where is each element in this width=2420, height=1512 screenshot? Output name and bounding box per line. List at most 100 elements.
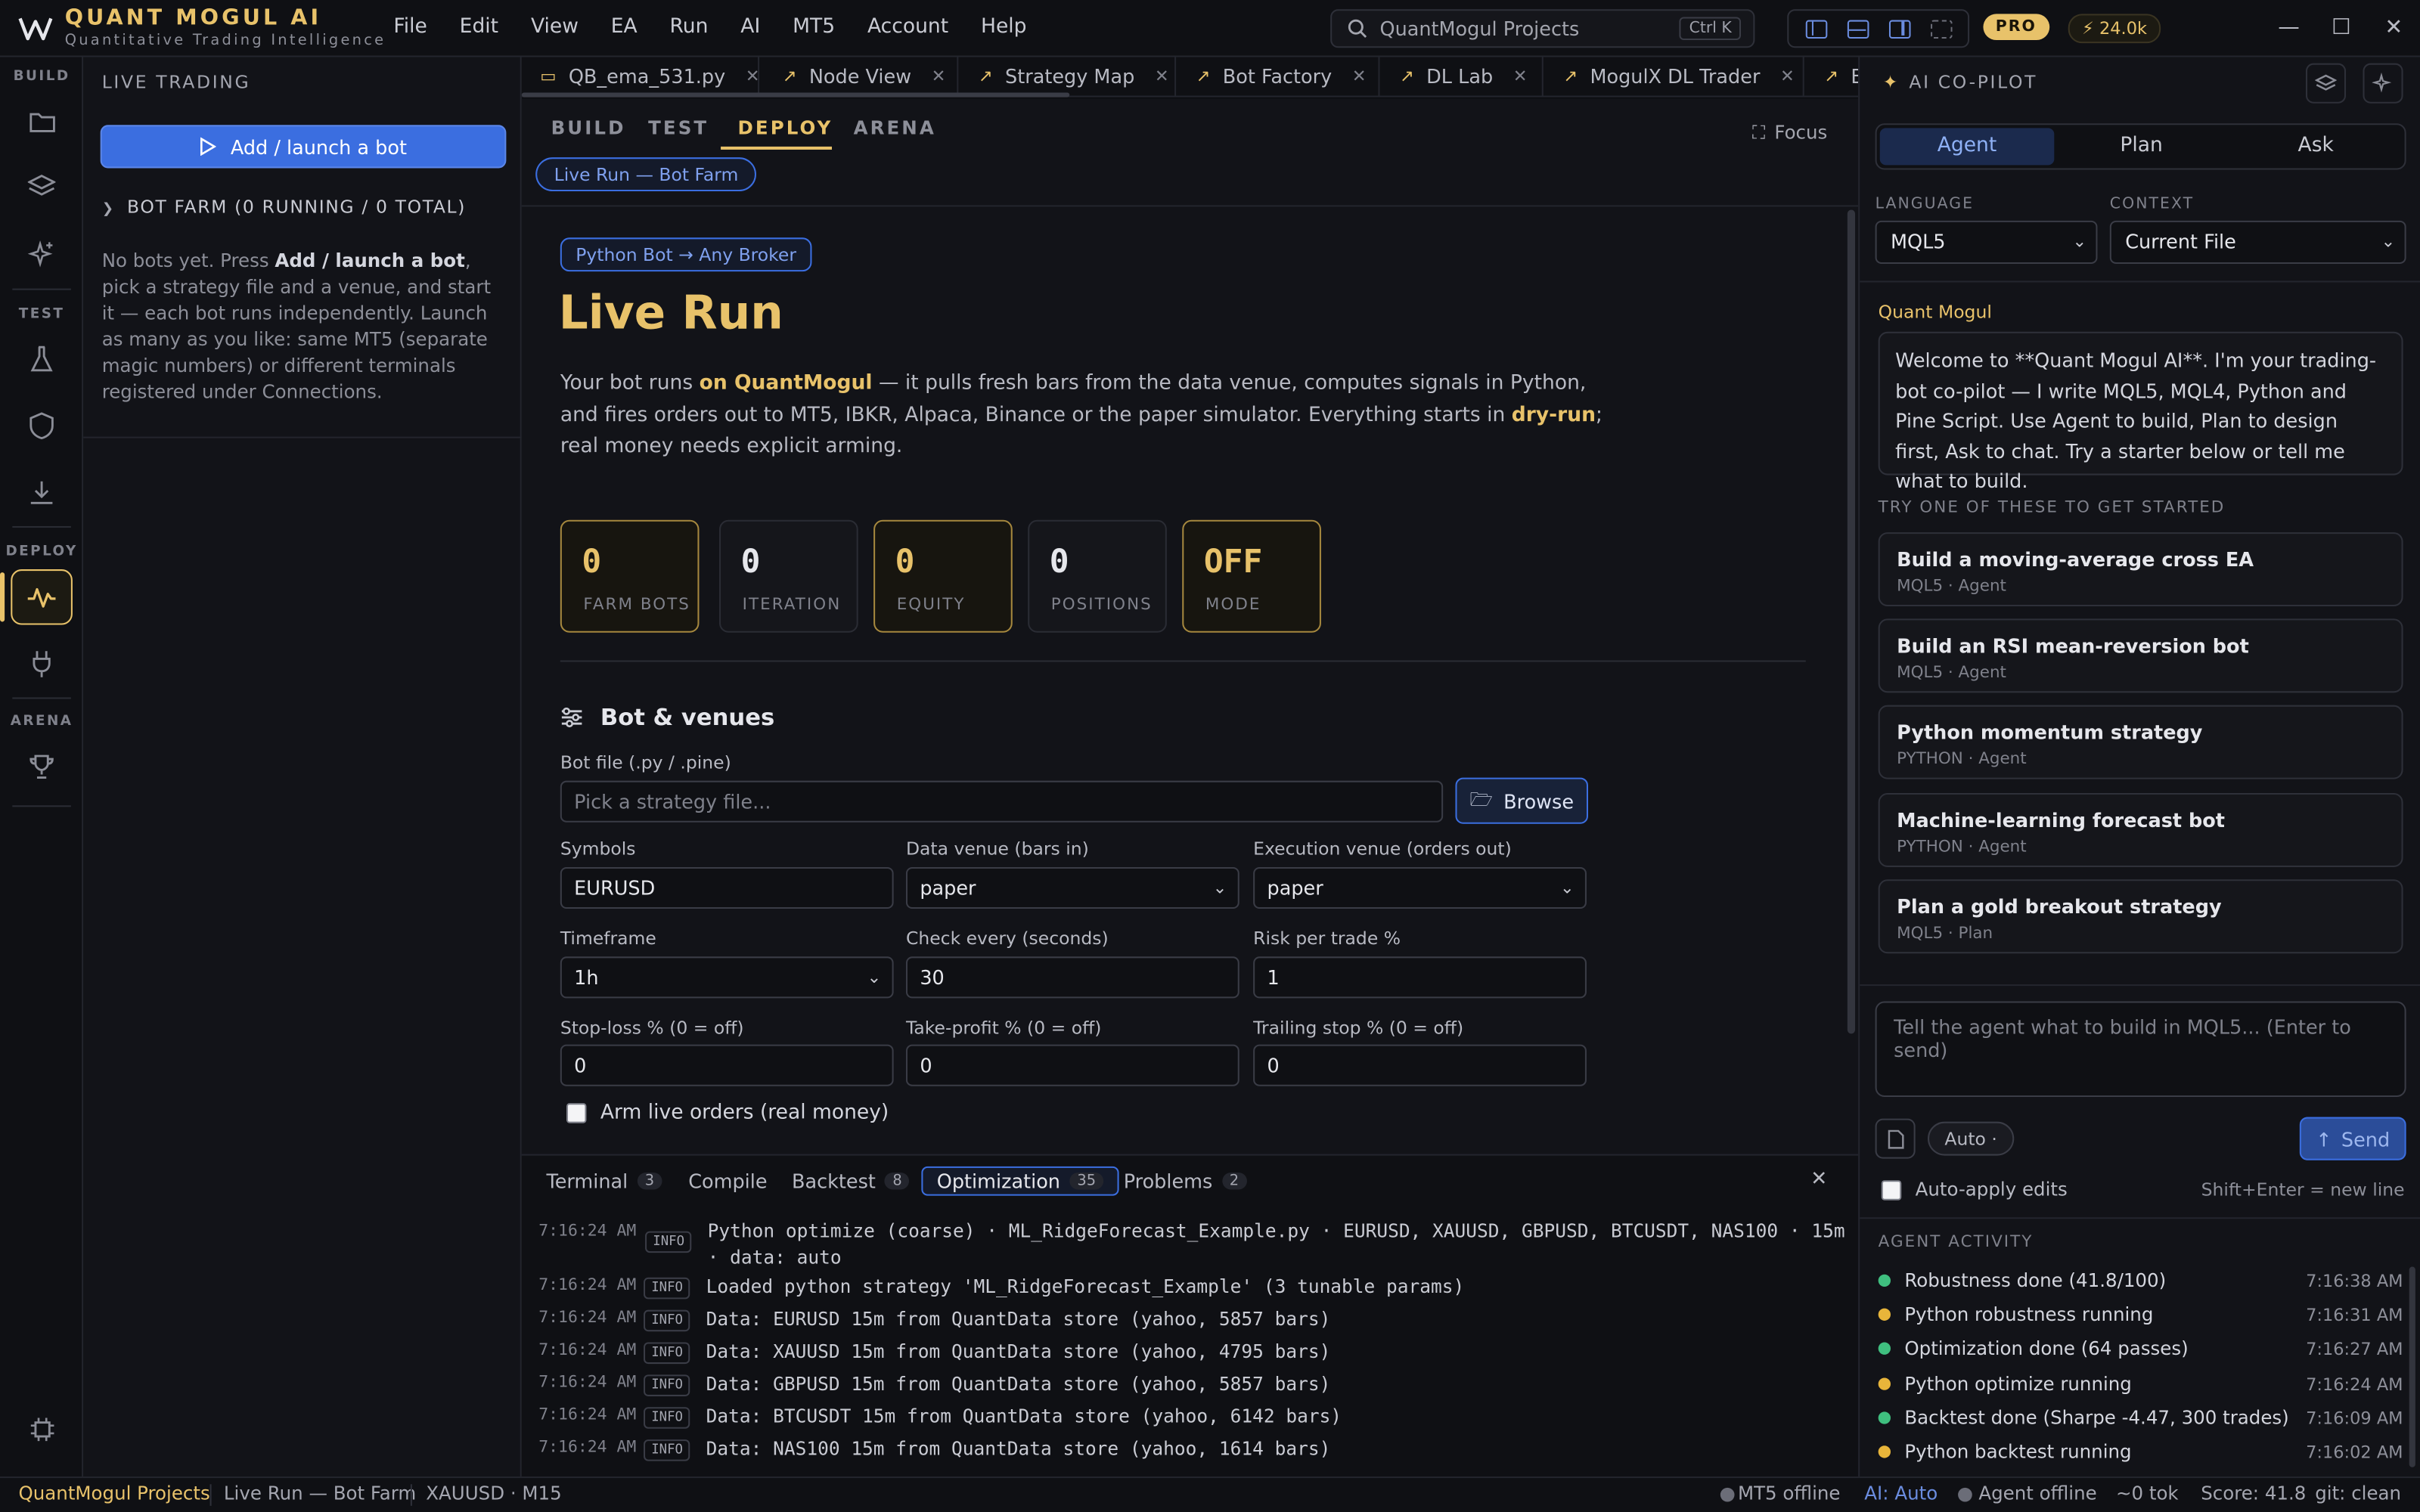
folder-icon[interactable]: [20, 101, 64, 144]
tab-label: Compile: [688, 1169, 768, 1193]
symbols-input[interactable]: EURUSD: [560, 866, 894, 909]
close-icon[interactable]: ✕: [1155, 67, 1169, 87]
exec-venue-select[interactable]: paper ⌄: [1253, 866, 1587, 909]
tabs-scrollbar[interactable]: [521, 92, 1070, 98]
starter-card[interactable]: Build an RSI mean-reversion bot MQL5 · Ag…: [1878, 618, 2403, 693]
menu-file[interactable]: File: [393, 15, 427, 39]
starter-card[interactable]: Python momentum strategy PYTHON · Agent: [1878, 705, 2403, 779]
log-line: 7:16:24 AM INFO Data: GBPUSD 15m from Quan…: [538, 1373, 1330, 1396]
close-icon[interactable]: ✕: [1513, 67, 1528, 87]
attach-file-icon[interactable]: [1875, 1118, 1916, 1159]
timeframe-select[interactable]: 1h ⌄: [560, 956, 894, 999]
menu-view[interactable]: View: [531, 15, 579, 39]
menu-help[interactable]: Help: [981, 15, 1026, 39]
message-sender: Quant Mogul: [1878, 300, 1992, 323]
mode-agent[interactable]: Agent: [1879, 128, 2055, 166]
tab-arena[interactable]: ARENA: [854, 117, 936, 139]
plan-badge[interactable]: PRO: [1983, 14, 2049, 41]
check-every-input[interactable]: 30: [905, 956, 1239, 999]
tab-test[interactable]: TEST: [648, 117, 709, 139]
context-select[interactable]: Current File ⌄: [2109, 220, 2406, 264]
stop-loss-input[interactable]: 0: [560, 1044, 894, 1086]
auto-apply-checkbox[interactable]: [1881, 1179, 1902, 1200]
toggle-left-panel-icon[interactable]: [1804, 19, 1827, 38]
tab-backtest[interactable]: Backtest 8: [792, 1170, 910, 1193]
shield-icon[interactable]: [20, 404, 64, 448]
close-window-icon[interactable]: ✕: [2368, 0, 2420, 57]
toggle-bottom-panel-icon[interactable]: [1846, 19, 1869, 38]
risk-input[interactable]: 1: [1253, 956, 1587, 999]
arm-checkbox[interactable]: [566, 1103, 587, 1123]
new-chat-sparkle-icon[interactable]: [2363, 63, 2403, 104]
mode-ask[interactable]: Ask: [2229, 128, 2403, 165]
tab-mogulx-dl-trader[interactable]: ↗ MogulX DL Trader ✕: [1544, 57, 1804, 96]
send-button[interactable]: ↑ Send: [2299, 1117, 2406, 1160]
plug-icon[interactable]: [20, 642, 64, 685]
tab-node-view[interactable]: ↗ Node View ✕: [759, 57, 959, 96]
tab-label: B: [1851, 65, 1858, 88]
close-icon[interactable]: ✕: [1352, 67, 1367, 87]
starter-card[interactable]: Plan a gold breakout strategy MQL5 · Plan: [1878, 879, 2403, 954]
tab-strategy-map[interactable]: ↗ Strategy Map ✕: [958, 57, 1177, 96]
bot-file-input[interactable]: Pick a strategy file...: [560, 780, 1444, 823]
tab-dl-lab[interactable]: ↗ DL Lab ✕: [1379, 57, 1544, 96]
flask-icon[interactable]: [20, 338, 64, 381]
tab-overflow[interactable]: ↗B: [1804, 57, 1858, 96]
minimize-icon[interactable]: —: [2263, 0, 2315, 57]
layers-icon[interactable]: [2305, 63, 2347, 104]
prompt-input[interactable]: Tell the agent what to build in MQL5... …: [1875, 1001, 2406, 1098]
activity-text: Python robustness running: [1904, 1303, 2154, 1326]
token-balance[interactable]: ⚡ 24.0k: [2068, 14, 2161, 44]
maximize-icon[interactable]: ☐: [2315, 0, 2367, 57]
menu-account[interactable]: Account: [867, 15, 948, 39]
starter-card[interactable]: Machine-learning forecast bot PYTHON · Ag…: [1878, 792, 2403, 867]
status-project[interactable]: QuantMogul Projects: [18, 1483, 209, 1504]
take-profit-input[interactable]: 0: [905, 1044, 1239, 1086]
search-box[interactable]: QuantMogul Projects Ctrl K: [1330, 9, 1755, 48]
tab-compile[interactable]: Compile: [688, 1170, 767, 1193]
tab-problems[interactable]: Problems 2: [1124, 1170, 1247, 1193]
tab-terminal[interactable]: Terminal 3: [546, 1170, 662, 1193]
activity-scrollbar[interactable]: [2409, 1266, 2415, 1467]
close-panel-icon[interactable]: ✕: [1810, 1168, 1827, 1191]
status-symbol[interactable]: XAUUSD · M15: [426, 1483, 561, 1504]
close-icon[interactable]: ✕: [1780, 67, 1795, 87]
trailing-stop-input[interactable]: 0: [1253, 1044, 1587, 1086]
layers-icon[interactable]: [20, 165, 64, 208]
menu-ea[interactable]: EA: [611, 15, 638, 39]
tab-optimization[interactable]: Optimization 35: [921, 1166, 1119, 1196]
bot-farm-header[interactable]: ❯ BOT FARM (0 RUNNING / 0 TOTAL): [102, 196, 466, 218]
main-scrollbar[interactable]: [1847, 209, 1856, 1034]
close-icon[interactable]: ✕: [932, 67, 946, 87]
status-ai[interactable]: AI: Auto: [1864, 1483, 1938, 1504]
tab-build[interactable]: BUILD: [551, 117, 626, 139]
starter-card[interactable]: Build a moving-average cross EA MQL5 · Ag…: [1878, 532, 2403, 607]
menu-mt5[interactable]: MT5: [793, 15, 835, 39]
menu-ai[interactable]: AI: [740, 15, 760, 39]
close-icon[interactable]: ✕: [746, 67, 760, 87]
settings-chip-icon[interactable]: [20, 1407, 64, 1450]
toggle-right-panel-icon[interactable]: [1888, 19, 1910, 38]
status-mt5[interactable]: MT5 offline: [1738, 1483, 1841, 1504]
activity-item: Python backtest running 7:16:02 AM: [1878, 1441, 2403, 1463]
live-run-chip[interactable]: Live Run — Bot Farm: [535, 157, 757, 192]
data-venue-select[interactable]: paper ⌄: [905, 866, 1239, 909]
sparkle-icon[interactable]: [20, 233, 64, 276]
browse-button[interactable]: 🗁 Browse: [1455, 777, 1588, 824]
fullscreen-icon[interactable]: [1930, 19, 1952, 38]
menu-edit[interactable]: Edit: [460, 15, 498, 39]
arm-live-orders[interactable]: Arm live orders (real money): [566, 1101, 889, 1125]
tab-qb-ema[interactable]: ▭ QB_ema_531.py ✕: [522, 57, 760, 96]
menu-run[interactable]: Run: [670, 15, 709, 39]
tab-bot-factory[interactable]: ↗ Bot Factory ✕: [1176, 57, 1380, 96]
trophy-icon[interactable]: [20, 745, 64, 789]
language-select[interactable]: MQL5 ⌄: [1875, 220, 2098, 264]
model-auto-select[interactable]: Auto ·: [1927, 1121, 2015, 1156]
focus-button[interactable]: ⛶ Focus: [1752, 122, 1827, 145]
mode-plan[interactable]: Plan: [2054, 128, 2229, 165]
tab-deploy[interactable]: DEPLOY: [738, 117, 833, 139]
live-trading-icon[interactable]: [11, 569, 73, 625]
download-icon[interactable]: [20, 470, 64, 513]
add-launch-bot-button[interactable]: Add / launch a bot: [100, 125, 507, 169]
auto-apply-toggle[interactable]: Auto-apply edits: [1881, 1179, 2068, 1201]
